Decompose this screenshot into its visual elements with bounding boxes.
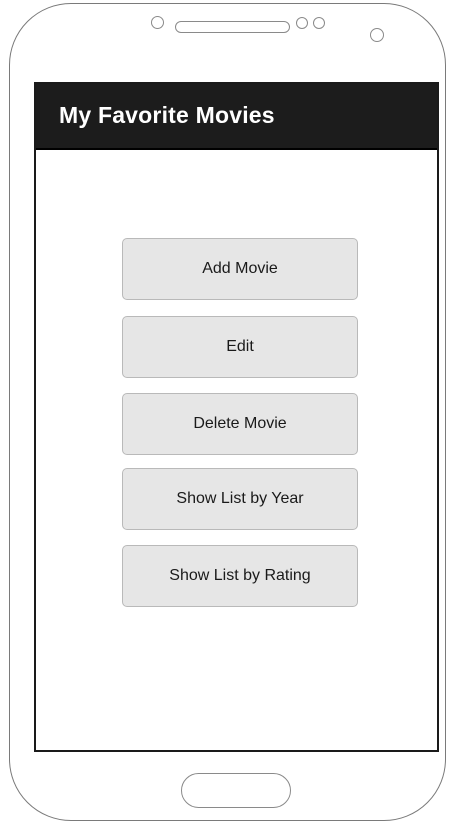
app-title: My Favorite Movies: [59, 102, 275, 128]
app-screen: My Favorite Movies Add Movie Edit Delete…: [34, 82, 439, 752]
front-camera-icon: [151, 16, 164, 29]
delete-movie-button[interactable]: Delete Movie: [122, 393, 358, 455]
edit-button[interactable]: Edit: [122, 316, 358, 378]
secondary-camera-icon: [370, 28, 384, 42]
speaker-grille: [175, 21, 290, 33]
home-button[interactable]: [181, 773, 291, 808]
app-bar: My Favorite Movies: [36, 84, 437, 150]
show-list-by-rating-button[interactable]: Show List by Rating: [122, 545, 358, 607]
proximity-sensor-icon: [296, 17, 308, 29]
light-sensor-icon: [313, 17, 325, 29]
show-list-by-year-button[interactable]: Show List by Year: [122, 468, 358, 530]
add-movie-button[interactable]: Add Movie: [122, 238, 358, 300]
